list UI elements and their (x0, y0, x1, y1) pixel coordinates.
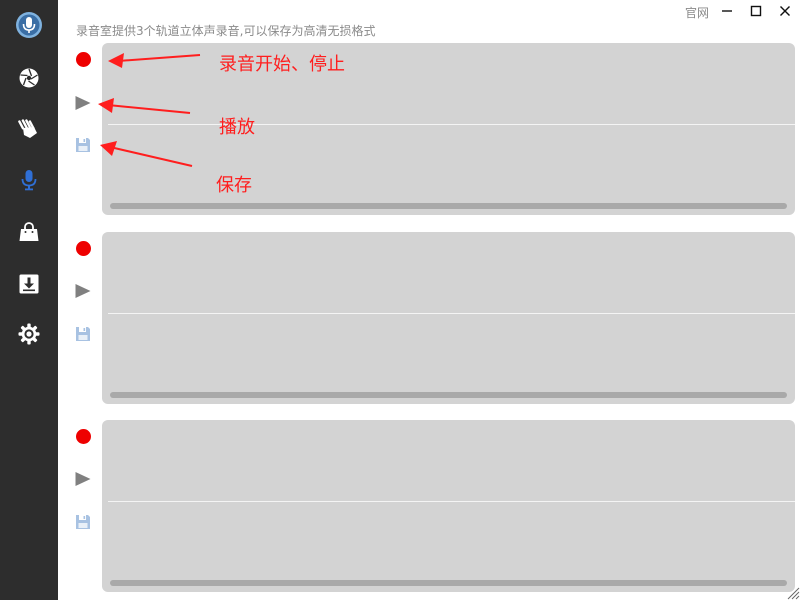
resize-grip-icon (787, 587, 800, 600)
arrow-save (100, 141, 193, 167)
annotation-play: 播放 (219, 117, 255, 138)
annotation-record: 录音开始、停止 (219, 54, 345, 75)
arrow-play (98, 98, 191, 114)
resize-grip[interactable] (784, 584, 800, 600)
arrow-record (108, 53, 201, 68)
recording-studio-window: 录音室提供3个轨道立体声录音,可以保存为高清无损格式 官网 录音开始、停止 播放… (0, 0, 800, 600)
annotation-save: 保存 (216, 175, 252, 196)
annotation-arrows (98, 53, 201, 167)
